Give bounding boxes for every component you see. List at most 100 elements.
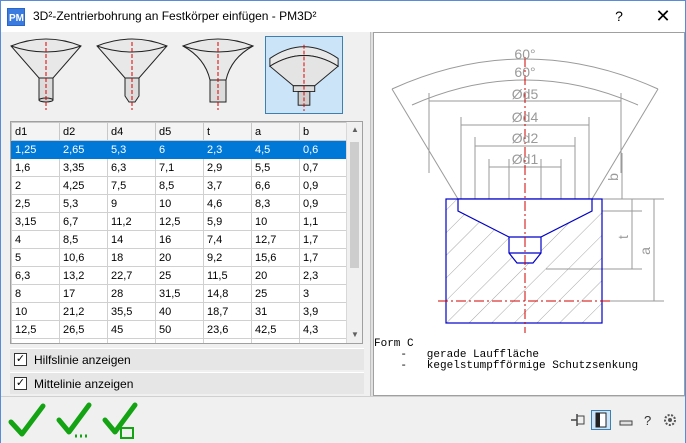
table-cell[interactable]: 5,3 [107,140,156,159]
table-cell[interactable]: 8,5 [59,230,108,249]
table-cell[interactable]: 6 [155,140,204,159]
table-row[interactable]: 2,5 5,3 9 10 4,6 8,3 0,9 [11,194,348,213]
table-cell[interactable]: 3,35 [59,158,108,177]
table-row[interactable]: 6,3 13,2 22,7 25 11,5 20 2,3 [11,266,348,285]
table-cell[interactable]: 7,5 [107,176,156,195]
table-cell[interactable]: 1,7 [299,248,348,267]
column-header[interactable]: d2 [59,122,108,141]
table-scrollbar[interactable]: ▲ ▼ [346,122,362,343]
column-header[interactable]: d1 [11,122,60,141]
table-cell[interactable]: 13,2 [59,266,108,285]
table-cell[interactable]: 5,9 [203,212,252,231]
table-cell[interactable]: 25 [251,284,300,303]
table-cell[interactable]: 5 [11,248,60,267]
dimension-table[interactable]: d1 d2 d4 d5 t a b 1,25 2,65 5,3 6 2,3 4,5 0,6 1… [10,121,363,344]
table-cell[interactable]: 20 [155,248,204,267]
help-icon[interactable]: ? [639,411,657,429]
table-cell[interactable]: 16 [155,230,204,249]
table-row[interactable]: 1,25 2,65 5,3 6 2,3 4,5 0,6 [11,140,348,159]
table-cell[interactable]: 1,25 [11,140,60,159]
table-cell[interactable]: 7,4 [203,230,252,249]
table-cell[interactable]: 3,15 [11,212,60,231]
table-cell[interactable]: 2,3 [299,266,348,285]
scroll-thumb[interactable] [350,142,359,268]
table-cell[interactable]: 40 [155,302,204,321]
table-cell[interactable]: 45 [107,320,156,339]
table-cell[interactable]: 12,5 [155,212,204,231]
scroll-up-icon[interactable]: ▲ [347,122,362,138]
table-cell[interactable]: 4 [11,230,60,249]
table-cell[interactable]: 2 [11,176,60,195]
table-row[interactable]: 10 21,2 35,5 40 18,7 31 3,9 [11,302,348,321]
dock-icon[interactable] [591,410,611,430]
table-cell[interactable]: 28 [107,284,156,303]
table-cell[interactable]: 14,8 [203,284,252,303]
centerline-option[interactable]: ✓ Mittelinie anzeigen [10,372,364,394]
table-cell[interactable]: 26,5 [59,320,108,339]
table-row[interactable]: 3,15 6,7 11,2 12,5 5,9 10 1,1 [11,212,348,231]
variant-form-r-button[interactable] [179,36,257,114]
table-cell[interactable]: 10,6 [59,248,108,267]
table-row[interactable]: 8 17 28 31,5 14,8 25 3 [11,284,348,303]
column-header[interactable]: b [299,122,348,141]
table-cell[interactable]: 6,3 [107,158,156,177]
table-cell[interactable]: 3 [299,284,348,303]
table-cell[interactable]: 6,1 [299,338,348,343]
table-cell[interactable]: 3,9 [299,302,348,321]
helpline-checkbox[interactable]: ✓ [14,353,27,366]
table-cell[interactable]: 18,7 [203,302,252,321]
table-cell[interactable]: 8,5 [155,176,204,195]
table-cell[interactable]: 9,2 [203,248,252,267]
table-cell[interactable]: 5,3 [59,194,108,213]
table-cell[interactable]: 63 [155,338,204,343]
column-header[interactable]: a [251,122,300,141]
table-cell[interactable]: 20 [251,266,300,285]
column-header[interactable]: d5 [155,122,204,141]
table-cell[interactable]: 1,1 [299,212,348,231]
table-cell[interactable]: 11,2 [107,212,156,231]
table-cell[interactable]: 5,5 [251,158,300,177]
table-row[interactable]: 4 8,5 14 16 7,4 12,7 1,7 [11,230,348,249]
close-button[interactable]: ✕ [641,1,685,32]
table-cell[interactable]: 0,7 [299,158,348,177]
scroll-down-icon[interactable]: ▼ [347,327,362,343]
table-cell[interactable]: 11,5 [203,266,252,285]
table-cell[interactable]: 4,6 [203,194,252,213]
table-cell[interactable]: 25 [155,266,204,285]
table-cell[interactable]: 8 [11,284,60,303]
table-cell[interactable]: 6,3 [11,266,60,285]
column-header[interactable]: d4 [107,122,156,141]
table-cell[interactable]: 10 [155,194,204,213]
table-cell[interactable]: 3,7 [203,176,252,195]
variant-form-a-button[interactable] [7,36,85,114]
variant-form-c-button[interactable] [265,36,343,114]
table-cell[interactable]: 9 [107,194,156,213]
table-cell[interactable]: 7,1 [155,158,204,177]
table-cell[interactable]: 4,5 [251,140,300,159]
table-row[interactable]: 5 10,6 18 20 9,2 15,6 1,7 [11,248,348,267]
table-cell[interactable]: 6,6 [251,176,300,195]
table-cell[interactable]: 1,7 [299,230,348,249]
table-cell[interactable]: 2,3 [203,140,252,159]
ok-window-check-icon[interactable] [101,402,141,440]
help-button[interactable]: ? [597,1,641,32]
ok-continue-check-icon[interactable] [55,402,95,440]
minimize-icon[interactable] [617,411,635,429]
settings-gear-icon[interactable] [661,411,679,429]
table-cell[interactable]: 2,5 [11,194,60,213]
table-cell[interactable]: 0,9 [299,176,348,195]
table-cell[interactable]: 0,6 [299,140,348,159]
table-cell[interactable]: 12,7 [251,230,300,249]
centerline-checkbox[interactable]: ✓ [14,377,27,390]
table-cell[interactable]: 4,3 [299,320,348,339]
table-cell[interactable]: 50 [155,320,204,339]
table-cell[interactable]: 10 [251,212,300,231]
table-cell[interactable]: 53 [251,338,300,343]
table-cell[interactable]: 21,2 [59,302,108,321]
helpline-option[interactable]: ✓ Hilfslinie anzeigen [10,348,364,370]
table-row[interactable]: 12,5 26,5 45 50 23,6 42,5 4,3 [11,320,348,339]
variant-form-b-button[interactable] [93,36,171,114]
table-cell[interactable]: 35,5 [107,302,156,321]
table-cell[interactable]: 18 [107,248,156,267]
ok-check-icon[interactable] [7,402,47,440]
